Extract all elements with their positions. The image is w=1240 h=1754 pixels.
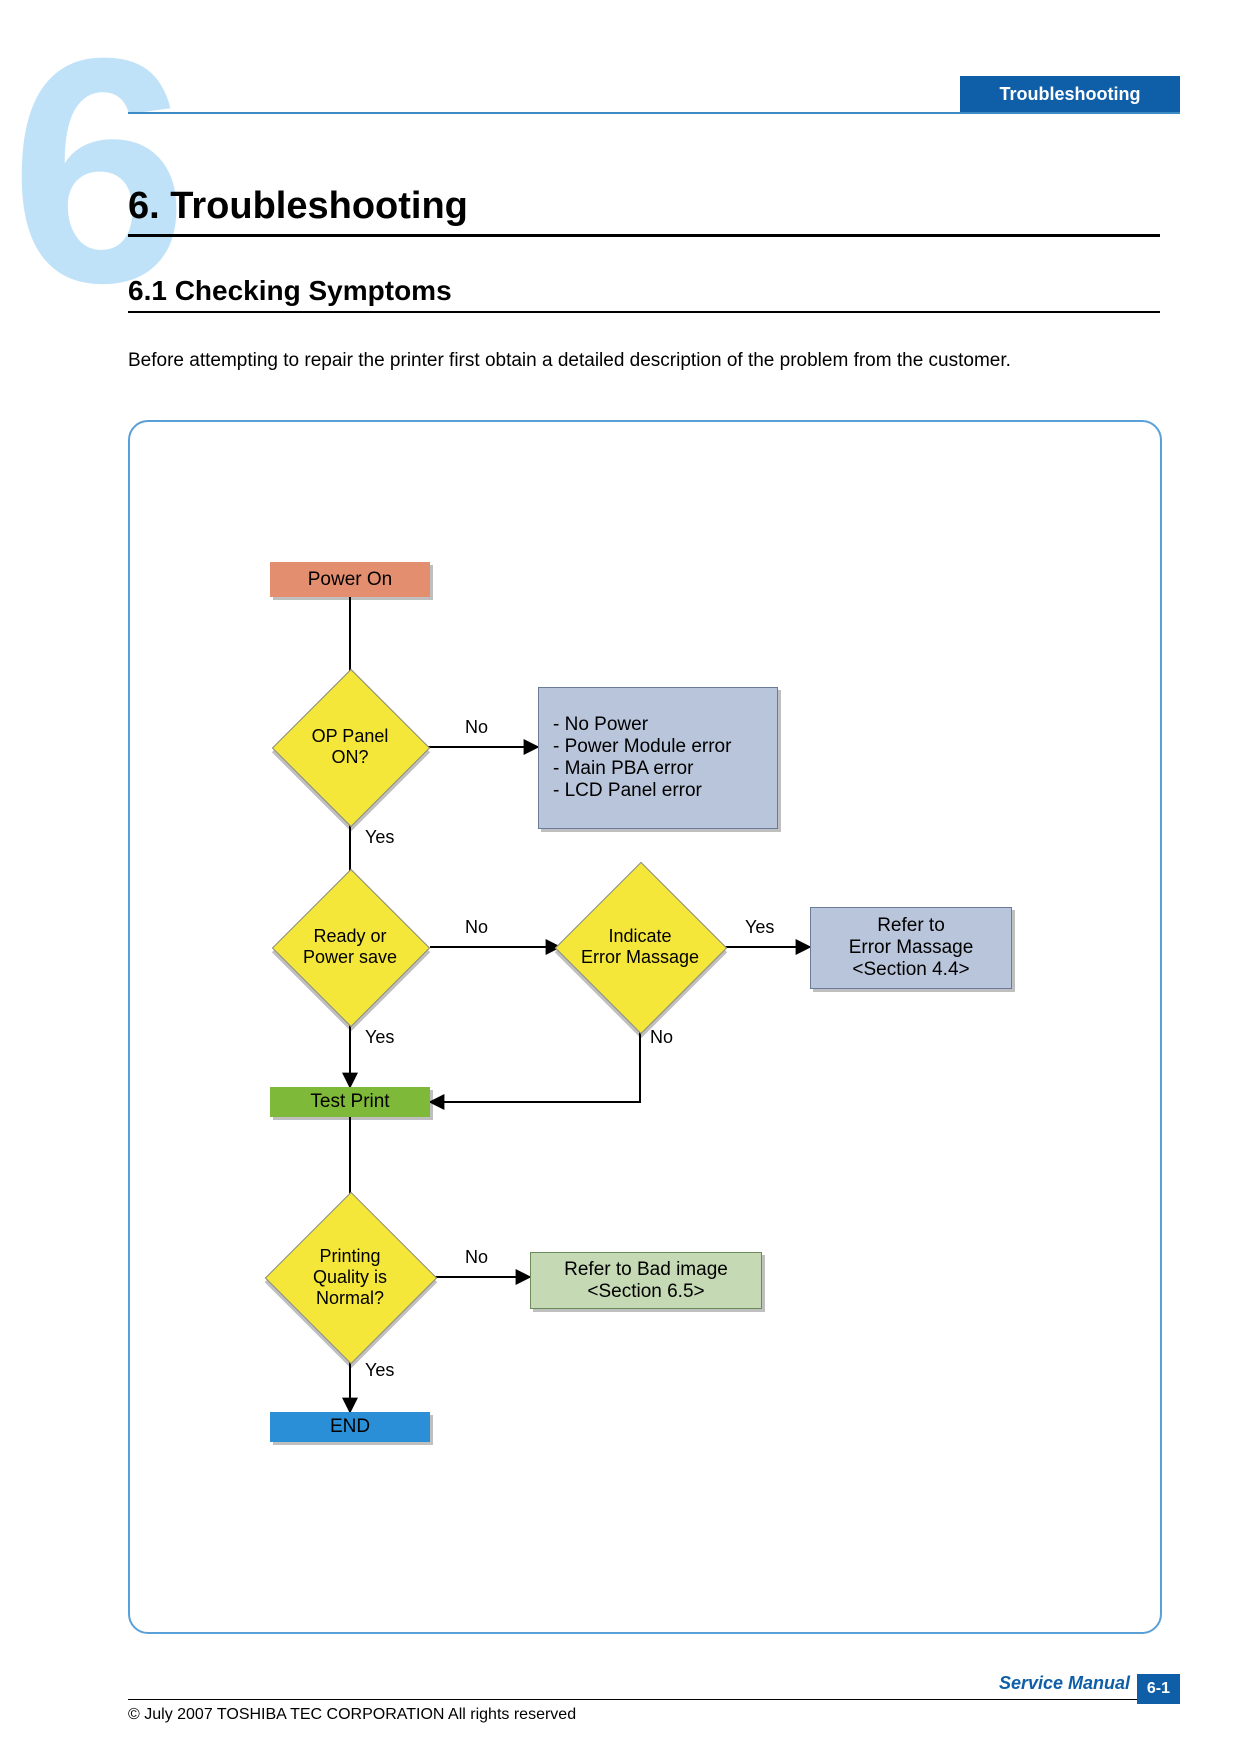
edge-label-yes-2: Yes xyxy=(365,1027,394,1048)
edge-label-yes-1: Yes xyxy=(365,827,394,848)
node-indicate-error-label: Indicate Error Massage xyxy=(556,887,724,1007)
edge-label-yes-4: Yes xyxy=(365,1360,394,1381)
edge-label-no-4: No xyxy=(465,1247,488,1268)
footer-rule xyxy=(128,1699,1180,1700)
node-indicate-error: Indicate Error Massage xyxy=(580,887,700,1007)
heading-section: 6.1 Checking Symptoms xyxy=(128,275,1160,313)
header-tab: Troubleshooting xyxy=(960,76,1180,112)
node-printing-quality: Printing Quality is Normal? xyxy=(290,1217,410,1337)
node-ready-powersave-label: Ready or Power save xyxy=(273,892,427,1002)
edge-label-no-1: No xyxy=(465,717,488,738)
node-refer-error-message: Refer to Error Massage <Section 4.4> xyxy=(810,907,1012,989)
flowchart-frame: Power On OP Panel ON? No Yes - No Power … xyxy=(128,420,1162,1634)
header-rule xyxy=(128,112,1180,114)
node-op-panel-on-label: OP Panel ON? xyxy=(273,692,427,802)
node-refer-bad-image: Refer to Bad image <Section 6.5> xyxy=(530,1252,762,1309)
footer-copyright: © July 2007 TOSHIBA TEC CORPORATION All … xyxy=(128,1706,576,1724)
node-end: END xyxy=(270,1412,430,1442)
node-printing-quality-label: Printing Quality is Normal? xyxy=(266,1217,434,1337)
node-note-power-issues: - No Power - Power Module error - Main P… xyxy=(538,687,778,829)
node-op-panel-on: OP Panel ON? xyxy=(295,692,405,802)
edge-label-no-3: No xyxy=(650,1027,673,1048)
page: 6 Troubleshooting 6. Troubleshooting 6.1… xyxy=(0,0,1240,1754)
footer-service-manual: Service Manual xyxy=(999,1673,1130,1694)
heading-chapter: 6. Troubleshooting xyxy=(128,185,1160,237)
flowchart: Power On OP Panel ON? No Yes - No Power … xyxy=(130,422,1160,1632)
node-ready-powersave: Ready or Power save xyxy=(295,892,405,1002)
edge-label-no-2: No xyxy=(465,917,488,938)
edge-label-yes-3: Yes xyxy=(745,917,774,938)
footer-page-number: 6-1 xyxy=(1137,1674,1180,1704)
node-test-print: Test Print xyxy=(270,1087,430,1117)
intro-paragraph: Before attempting to repair the printer … xyxy=(128,350,1160,372)
node-power-on: Power On xyxy=(270,562,430,597)
